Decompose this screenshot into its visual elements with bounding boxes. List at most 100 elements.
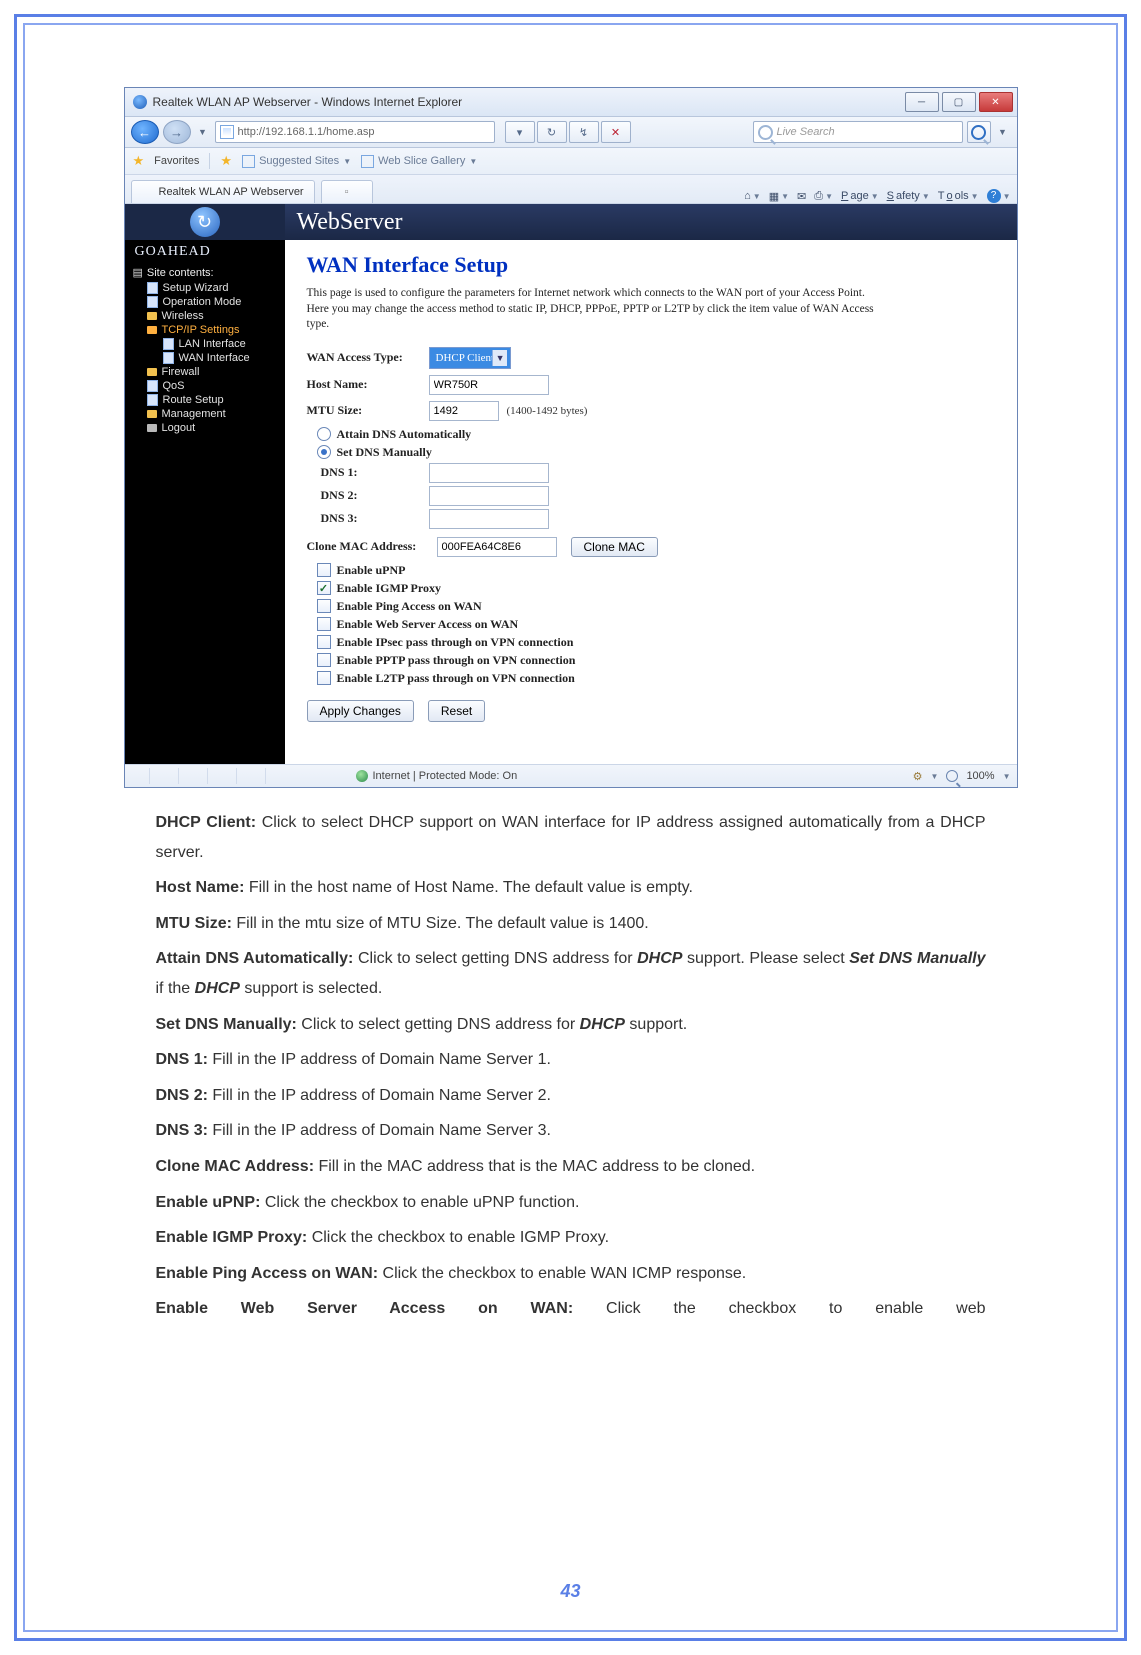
- stop-button[interactable]: ✕: [601, 121, 631, 143]
- chk-pptp[interactable]: Enable PPTP pass through on VPN connecti…: [317, 653, 995, 668]
- hint-mtu: (1400-1492 bytes): [507, 405, 588, 417]
- row-clone-mac: Clone MAC Address: Clone MAC: [307, 537, 995, 557]
- nav-setup-wizard[interactable]: Setup Wizard: [129, 281, 285, 295]
- clone-mac-button[interactable]: Clone MAC: [571, 537, 658, 557]
- logo-icon: ↻: [190, 207, 220, 237]
- help-button[interactable]: ?▼: [987, 189, 1011, 203]
- nav-wireless[interactable]: Wireless: [129, 309, 285, 323]
- input-dns1[interactable]: [429, 463, 549, 483]
- radio-attain-dns[interactable]: Attain DNS Automatically: [317, 427, 995, 442]
- home-button[interactable]: ⌂ ▼: [744, 190, 761, 202]
- separator: [209, 153, 210, 169]
- page-icon: [220, 125, 234, 139]
- tab-label: Realtek WLAN AP Webserver: [159, 186, 304, 198]
- suggested-sites-link[interactable]: Suggested Sites ▼: [242, 155, 351, 168]
- address-field[interactable]: http://192.168.1.1/home.asp: [215, 121, 495, 143]
- brand-strip: WebServer: [285, 204, 1017, 240]
- row-wan-access-type: WAN Access Type: DHCP Client: [307, 347, 995, 369]
- checkbox-icon: [317, 617, 331, 631]
- zoom-icon[interactable]: [946, 770, 958, 782]
- compat-view-button[interactable]: ↯: [569, 121, 599, 143]
- web-slice-gallery-link[interactable]: Web Slice Gallery ▼: [361, 155, 477, 168]
- favorites-label[interactable]: Favorites: [154, 155, 199, 167]
- nav-qos[interactable]: QoS: [129, 379, 285, 393]
- apply-changes-button[interactable]: Apply Changes: [307, 700, 414, 722]
- ie-icon: [142, 186, 154, 198]
- nav-wan-interface[interactable]: WAN Interface: [129, 351, 285, 365]
- search-go-button[interactable]: [967, 121, 991, 143]
- tab-row: Realtek WLAN AP Webserver ▫ ⌂ ▼ ▦ ▼ ✉ ⎙ …: [125, 175, 1017, 204]
- row-mtu-size: MTU Size: (1400-1492 bytes): [307, 401, 995, 421]
- radio-icon: [317, 427, 331, 441]
- nav-tree: ▤ Site contents: Setup Wizard Operation …: [125, 262, 285, 445]
- zoom-dropdown[interactable]: ▼: [1003, 772, 1011, 781]
- chk-igmp[interactable]: ✓Enable IGMP Proxy: [317, 581, 995, 596]
- row-host-name: Host Name:: [307, 375, 995, 395]
- ie-icon: [133, 95, 147, 109]
- input-clone-mac[interactable]: [437, 537, 557, 557]
- logo-area: ↻: [125, 204, 285, 240]
- tree-title: ▤ Site contents:: [129, 264, 285, 281]
- nav-lan-interface[interactable]: LAN Interface: [129, 337, 285, 351]
- row-dns1: DNS 1:: [321, 463, 995, 483]
- window-titlebar: Realtek WLAN AP Webserver - Windows Inte…: [125, 88, 1017, 117]
- tools-menu[interactable]: Tools ▼: [938, 190, 979, 202]
- command-strip: ⌂ ▼ ▦ ▼ ✉ ⎙ ▼ Page ▼ Safety ▼ Tools ▼ ?▼: [744, 189, 1010, 203]
- refresh-button[interactable]: ↻: [537, 121, 567, 143]
- sidebar: ↻ GOAHEAD ▤ Site contents: Setup Wizard …: [125, 204, 285, 764]
- checkbox-icon: [317, 653, 331, 667]
- brand-webserver: WebServer: [297, 209, 403, 236]
- radio-set-dns[interactable]: Set DNS Manually: [317, 445, 995, 460]
- input-mtu-size[interactable]: [429, 401, 499, 421]
- add-to-favbar-icon[interactable]: ★: [220, 153, 232, 169]
- reset-button[interactable]: Reset: [428, 700, 485, 722]
- checkbox-icon: [317, 635, 331, 649]
- page-menu[interactable]: Page ▼: [841, 190, 879, 202]
- chk-upnp[interactable]: Enable uPNP: [317, 563, 995, 578]
- label-host-name: Host Name:: [307, 377, 429, 392]
- maximize-button[interactable]: ▢: [942, 92, 976, 112]
- search-provider-dropdown[interactable]: ▼: [995, 122, 1011, 142]
- checkbox-icon: [317, 671, 331, 685]
- print-button[interactable]: ⎙ ▼: [814, 190, 833, 203]
- nav-route-setup[interactable]: Route Setup: [129, 393, 285, 407]
- document-body: DHCP Client: Click to select DHCP suppor…: [156, 808, 986, 1324]
- status-bar: Internet | Protected Mode: On ⚙▼ 100% ▼: [125, 764, 1017, 787]
- nav-management[interactable]: Management: [129, 407, 285, 421]
- nav-firewall[interactable]: Firewall: [129, 365, 285, 379]
- minimize-button[interactable]: ─: [905, 92, 939, 112]
- brand-goahead: GOAHEAD: [125, 240, 285, 262]
- address-toolbar: ← → ▼ http://192.168.1.1/home.asp ▾ ↻ ↯ …: [125, 117, 1017, 148]
- nav-operation-mode[interactable]: Operation Mode: [129, 295, 285, 309]
- chk-l2tp[interactable]: Enable L2TP pass through on VPN connecti…: [317, 671, 995, 686]
- label-clone-mac: Clone MAC Address:: [307, 539, 437, 554]
- forward-button[interactable]: →: [163, 120, 191, 144]
- favorites-bar: ★ Favorites ★ Suggested Sites ▼ Web Slic…: [125, 148, 1017, 175]
- nav-history-dropdown[interactable]: ▼: [195, 122, 211, 142]
- back-button[interactable]: ←: [131, 120, 159, 144]
- select-wan-access-type[interactable]: DHCP Client: [429, 347, 512, 369]
- safety-menu[interactable]: Safety ▼: [887, 190, 930, 202]
- chk-ping-wan[interactable]: Enable Ping Access on WAN: [317, 599, 995, 614]
- compat-dropdown[interactable]: ▾: [505, 121, 535, 143]
- chk-ipsec[interactable]: Enable IPsec pass through on VPN connect…: [317, 635, 995, 650]
- search-field[interactable]: Live Search: [753, 121, 963, 143]
- new-tab-button[interactable]: ▫: [321, 180, 373, 203]
- search-placeholder: Live Search: [777, 126, 835, 138]
- nav-logout[interactable]: Logout: [129, 421, 285, 435]
- read-mail-button[interactable]: ✉: [797, 190, 806, 203]
- tab-active[interactable]: Realtek WLAN AP Webserver: [131, 180, 315, 203]
- input-dns2[interactable]: [429, 486, 549, 506]
- zoom-level[interactable]: 100%: [966, 770, 994, 782]
- chk-web-wan[interactable]: Enable Web Server Access on WAN: [317, 617, 995, 632]
- feeds-button[interactable]: ▦ ▼: [769, 190, 789, 203]
- input-dns3[interactable]: [429, 509, 549, 529]
- close-button[interactable]: ✕: [979, 92, 1013, 112]
- star-icon[interactable]: ★: [133, 153, 145, 169]
- status-mode: Internet | Protected Mode: On: [373, 770, 518, 782]
- row-dns3: DNS 3:: [321, 509, 995, 529]
- input-host-name[interactable]: [429, 375, 549, 395]
- nav-tcpip-settings[interactable]: TCP/IP Settings: [129, 323, 285, 337]
- protected-mode-icon[interactable]: ⚙: [913, 770, 923, 783]
- page-viewport: ↻ GOAHEAD ▤ Site contents: Setup Wizard …: [125, 204, 1017, 764]
